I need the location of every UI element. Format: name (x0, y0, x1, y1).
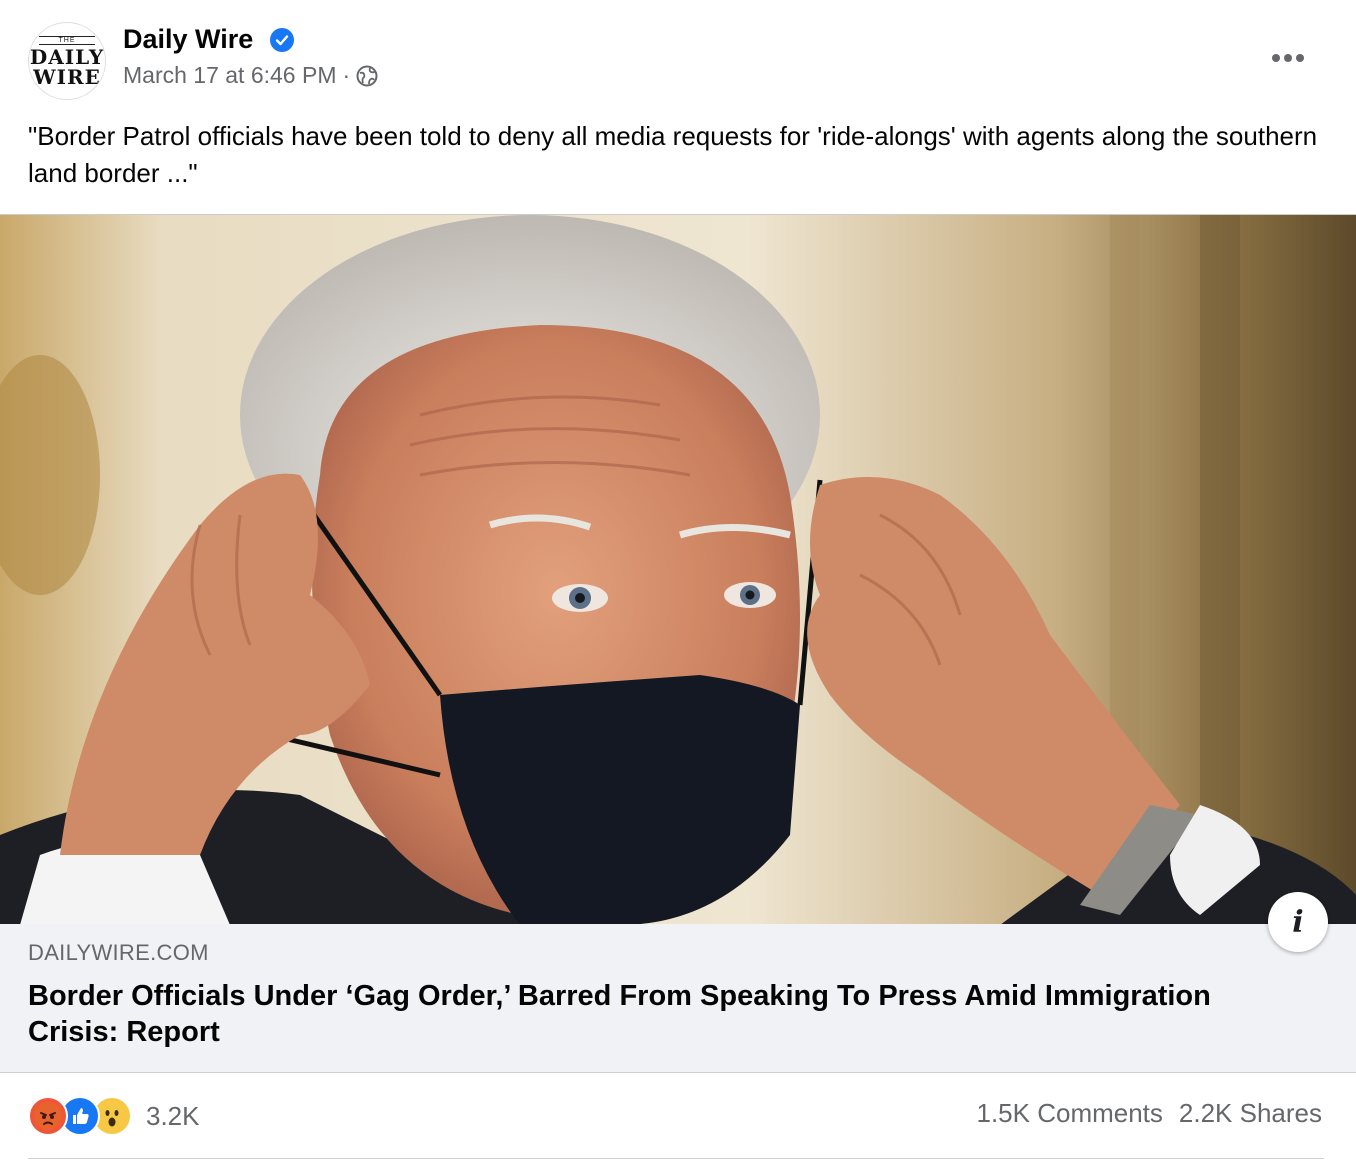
verified-badge-icon (270, 28, 294, 52)
info-icon[interactable]: i (1268, 892, 1328, 952)
post-timestamp[interactable]: March 17 at 6:46 PM (123, 62, 337, 89)
avatar-top-text: THE (39, 35, 95, 45)
reaction-count[interactable]: 3.2K (146, 1101, 200, 1132)
link-preview-image[interactable] (0, 214, 1356, 925)
link-headline[interactable]: Border Officials Under ‘Gag Order,’ Barr… (28, 978, 1228, 1050)
page-name[interactable]: Daily Wire (123, 24, 253, 55)
page-avatar[interactable]: THE DAILY WIRE (28, 22, 106, 100)
dot-icon (1284, 54, 1292, 62)
post-meta: March 17 at 6:46 PM · (123, 62, 378, 89)
shares-count[interactable]: 2.2K Shares (1179, 1098, 1322, 1129)
more-options-icon[interactable] (1264, 38, 1312, 78)
post-stats: 1.5K Comments 2.2K Shares (977, 1098, 1323, 1129)
reaction-summary[interactable]: 3.2K (28, 1096, 200, 1136)
post-text: "Border Patrol officials have been told … (28, 121, 1318, 188)
comments-count[interactable]: 1.5K Comments (977, 1098, 1163, 1129)
globe-icon[interactable] (356, 65, 378, 87)
dot-icon (1296, 54, 1304, 62)
dot-icon (1272, 54, 1280, 62)
post-card: THE DAILY WIRE Daily Wire March 17 at 6:… (0, 0, 1356, 1166)
meta-separator: · (342, 62, 351, 88)
footer-divider (28, 1158, 1324, 1159)
angry-reaction-icon (28, 1096, 68, 1136)
link-domain: DAILYWIRE.COM (28, 940, 209, 965)
avatar-line1: DAILY (29, 44, 105, 69)
link-preview-box[interactable]: DAILYWIRE.COM Border Officials Under ‘Ga… (0, 924, 1356, 1073)
avatar-line2: WIRE (33, 64, 101, 89)
